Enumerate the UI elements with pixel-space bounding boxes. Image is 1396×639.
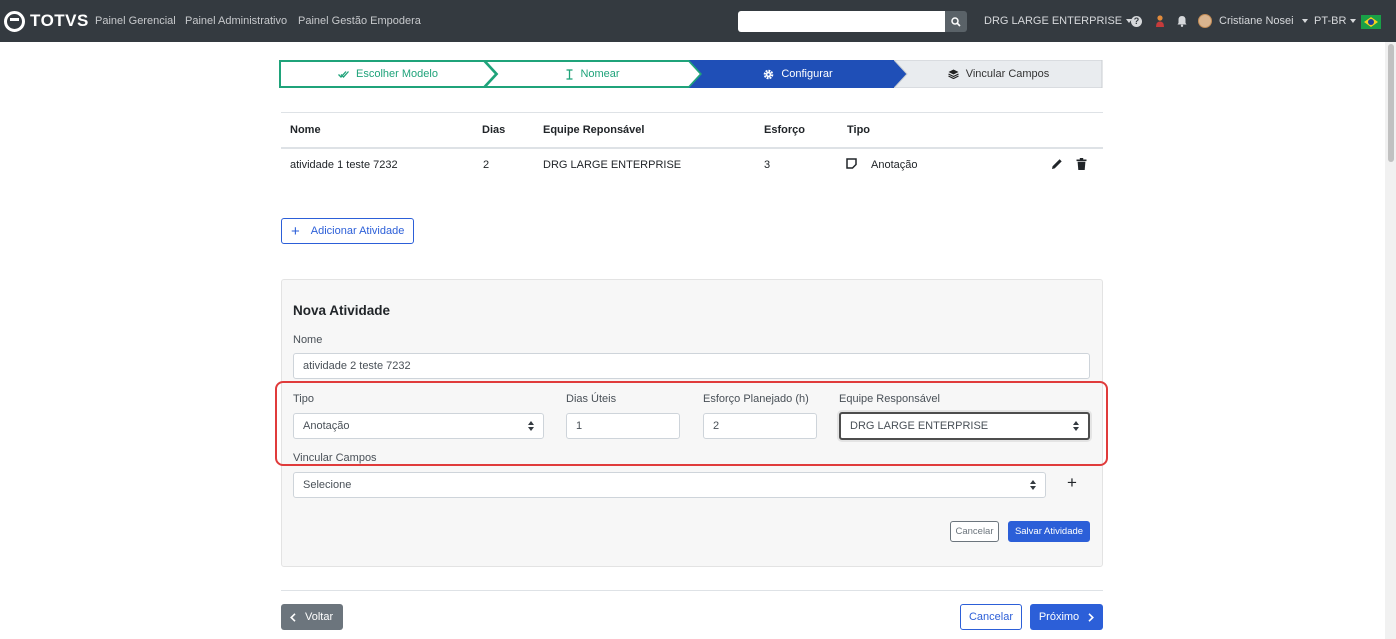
days-label: Dias Úteis xyxy=(566,393,617,405)
column-header-team: Equipe Reponsável xyxy=(543,124,645,136)
chevron-down-icon xyxy=(1350,19,1357,24)
cancel-activity-button[interactable]: Cancelar xyxy=(950,521,999,542)
cell-days: 2 xyxy=(483,159,490,171)
top-navbar: TOTVS Painel Gerencial Painel Administra… xyxy=(0,0,1396,42)
layers-icon xyxy=(947,69,959,79)
cancel-button[interactable]: Cancelar xyxy=(960,604,1022,630)
add-field-plus-icon[interactable]: + xyxy=(1067,474,1077,491)
company-name: DRG LARGE ENTERPRISE xyxy=(984,15,1123,27)
search-icon xyxy=(951,16,961,27)
gear-icon xyxy=(764,69,774,79)
brand-name: TOTVS xyxy=(30,11,89,30)
cell-name: atividade 1 teste 7232 xyxy=(290,159,398,171)
column-header-days: Dias xyxy=(482,124,506,136)
table-border xyxy=(281,112,1103,113)
cell-team: DRG LARGE ENTERPRISE xyxy=(543,159,682,171)
step-escolher-modelo[interactable]: Escolher Modelo xyxy=(279,60,497,88)
team-label: Equipe Responsável xyxy=(839,393,940,405)
step-label: Nomear xyxy=(580,68,620,80)
step-label: Escolher Modelo xyxy=(356,68,438,80)
name-input-value: atividade 2 teste 7232 xyxy=(303,360,411,372)
help-icon[interactable]: ? xyxy=(1131,16,1142,27)
step-nomear[interactable]: Nomear xyxy=(484,60,702,88)
team-select-value: DRG LARGE ENTERPRISE xyxy=(850,420,989,432)
step-label: Configurar xyxy=(781,68,833,80)
days-input-value: 1 xyxy=(576,420,583,432)
select-arrows-icon xyxy=(1073,421,1080,432)
form-title: Nova Atividade xyxy=(293,303,391,318)
column-header-name: Nome xyxy=(290,124,321,136)
effort-input[interactable]: 2 xyxy=(703,413,817,439)
step-configurar[interactable]: Configurar xyxy=(689,60,907,88)
type-select-value: Anotação xyxy=(303,420,350,432)
add-activity-label: Adicionar Atividade xyxy=(310,225,405,237)
brazil-flag-icon[interactable] xyxy=(1361,15,1381,29)
scrollbar-thumb[interactable] xyxy=(1388,44,1394,162)
wizard-stepper: Escolher Modelo Nomear Configurar Vincul… xyxy=(279,60,1103,88)
table-header-border xyxy=(281,147,1103,149)
next-label: Próximo xyxy=(1038,611,1080,623)
chevron-left-icon xyxy=(290,612,296,622)
user-icon[interactable] xyxy=(1155,14,1165,28)
chevron-down-icon xyxy=(1301,19,1308,24)
chevron-right-icon xyxy=(1088,612,1095,622)
totvs-logo-icon xyxy=(4,10,25,32)
column-header-type: Tipo xyxy=(847,124,871,136)
double-check-icon xyxy=(338,70,350,78)
fields-select-value: Selecione xyxy=(303,479,352,491)
column-header-effort: Esforço xyxy=(764,124,805,136)
bell-icon[interactable] xyxy=(1177,15,1187,27)
cell-type: Anotação xyxy=(871,159,918,171)
back-button[interactable]: Voltar xyxy=(281,604,343,630)
language-code: PT-BR xyxy=(1314,15,1347,27)
select-arrows-icon xyxy=(1030,480,1037,491)
name-input[interactable]: atividade 2 teste 7232 xyxy=(293,353,1090,379)
name-label: Nome xyxy=(293,334,323,346)
type-select[interactable]: Anotação xyxy=(293,413,544,439)
type-label: Tipo xyxy=(293,393,314,405)
fields-select[interactable]: Selecione xyxy=(293,472,1046,498)
user-name: Cristiane Nosei xyxy=(1219,15,1294,27)
back-label: Voltar xyxy=(305,611,334,623)
user-dropdown[interactable]: Cristiane Nosei xyxy=(1219,15,1308,27)
days-input[interactable]: 1 xyxy=(566,413,680,439)
totvs-logo[interactable]: TOTVS xyxy=(4,10,89,32)
edit-pencil-icon[interactable] xyxy=(1051,158,1063,170)
effort-input-value: 2 xyxy=(713,420,720,432)
step-vincular-campos[interactable]: Vincular Campos xyxy=(894,60,1103,88)
note-icon xyxy=(846,158,857,169)
nav-link-painel-gestao-empodera[interactable]: Painel Gestão Empodera xyxy=(298,15,421,27)
save-activity-button[interactable]: Salvar Atividade xyxy=(1008,521,1090,542)
search-input[interactable] xyxy=(738,11,945,32)
nav-link-painel-administrativo[interactable]: Painel Administrativo xyxy=(185,15,287,27)
step-label: Vincular Campos xyxy=(965,68,1050,80)
team-select[interactable]: DRG LARGE ENTERPRISE xyxy=(839,412,1090,440)
fields-label: Vincular Campos xyxy=(293,452,377,464)
cell-effort: 3 xyxy=(764,159,771,171)
add-activity-button[interactable]: + Adicionar Atividade xyxy=(281,218,414,244)
text-cursor-icon xyxy=(566,68,573,80)
user-avatar[interactable] xyxy=(1198,14,1212,28)
search-button[interactable] xyxy=(945,11,967,32)
next-button[interactable]: Próximo xyxy=(1030,604,1103,630)
select-arrows-icon xyxy=(528,421,535,432)
language-dropdown[interactable]: PT-BR xyxy=(1314,15,1357,27)
effort-label: Esforço Planejado (h) xyxy=(703,393,809,405)
nav-link-painel-gerencial[interactable]: Painel Gerencial xyxy=(95,15,176,27)
company-dropdown[interactable]: DRG LARGE ENTERPRISE xyxy=(984,15,1133,27)
footer-divider xyxy=(281,590,1103,591)
trash-icon[interactable] xyxy=(1076,158,1087,170)
plus-icon: + xyxy=(291,222,300,240)
